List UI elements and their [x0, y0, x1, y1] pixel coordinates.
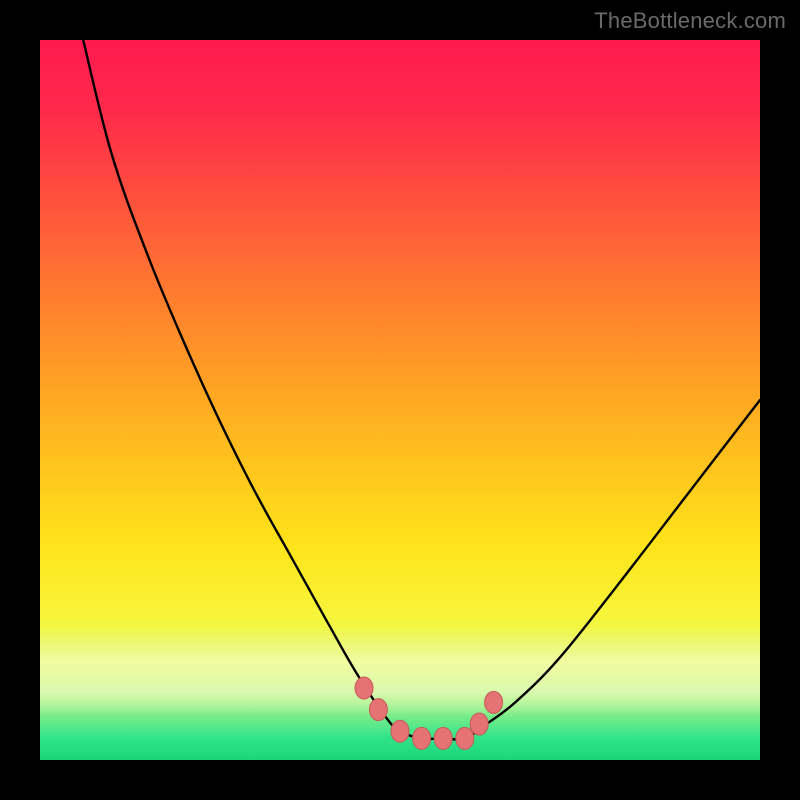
highlight-band: [40, 625, 760, 715]
optimum-marker: [413, 727, 431, 749]
bottleneck-curve-svg: [40, 40, 760, 760]
chart-frame: TheBottleneck.com: [0, 0, 800, 800]
optimum-marker: [355, 677, 373, 699]
optimum-marker: [456, 727, 474, 749]
bottleneck-curve-path: [83, 40, 760, 740]
optimum-markers-group: [355, 677, 503, 749]
optimum-marker: [391, 720, 409, 742]
watermark-text: TheBottleneck.com: [594, 8, 786, 34]
optimum-marker: [485, 691, 503, 713]
optimum-marker: [434, 727, 452, 749]
optimum-marker: [470, 713, 488, 735]
optimum-marker: [369, 699, 387, 721]
plot-area: [40, 40, 760, 760]
